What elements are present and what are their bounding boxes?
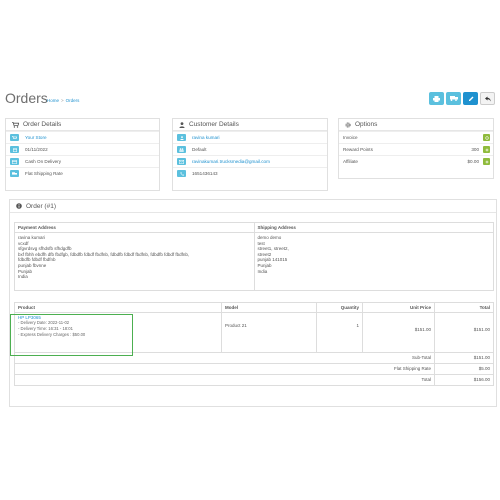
customer-details-heading: Customer Details	[173, 119, 327, 131]
plus-circle-icon	[485, 160, 488, 163]
shipping-address-header: Shipping Address	[253, 222, 494, 233]
breadcrumb: Home > Orders	[47, 98, 80, 103]
credit-card-icon	[10, 158, 19, 165]
product-model: Product 21	[221, 312, 317, 353]
info-circle-icon	[16, 203, 22, 209]
affiliate-row: Affiliate $0.00	[339, 155, 493, 167]
options-heading: Options	[339, 119, 493, 131]
product-cell: HP LP3065 - Delivery Date: 2022-11-02 - …	[14, 312, 222, 353]
reward-points-value: 300	[471, 147, 479, 152]
col-product: Product	[14, 302, 222, 313]
product-quantity: 1	[316, 312, 363, 353]
invoice-label: Invoice	[343, 135, 358, 140]
date-row: 01/11/2022	[6, 143, 159, 155]
order-panel: Order (#1) Payment Address Shipping Addr…	[9, 199, 497, 407]
customer-group-row: Default	[173, 143, 327, 155]
shipping-method-row: Flat Shipping Rate	[6, 167, 159, 179]
calendar-icon	[10, 146, 19, 153]
col-quantity: Quantity	[316, 302, 363, 313]
gear-icon	[345, 121, 351, 128]
generate-invoice-button[interactable]	[483, 134, 490, 141]
back-button[interactable]	[480, 92, 495, 105]
payment-address: ravina kumari vcxdf sfgvrdsvg sfhdsfb sf…	[14, 232, 255, 291]
shopping-cart-icon	[10, 134, 19, 141]
cog-icon	[484, 135, 489, 140]
grand-total-label: Total	[14, 374, 435, 386]
truck-icon	[449, 96, 458, 101]
add-reward-button[interactable]	[483, 146, 490, 153]
user-icon	[179, 121, 185, 128]
product-total: $151.00	[434, 312, 494, 353]
group-icon	[177, 146, 186, 153]
product-unit-price: $151.00	[362, 312, 435, 353]
user-icon	[177, 134, 186, 141]
subtotal-label: Sub-Total	[14, 352, 435, 364]
payment-method: Cash On Delivery	[25, 159, 61, 164]
shipping-address: demo demo test street1, street2, street2…	[253, 232, 494, 291]
affiliate-label: Affiliate	[343, 159, 358, 164]
product-option: - Express Delivery Charges : $50.00	[18, 332, 86, 337]
breadcrumb-orders[interactable]: Orders	[66, 98, 80, 103]
page-title: Orders	[5, 90, 48, 106]
breadcrumb-home[interactable]: Home	[47, 98, 59, 103]
shipping-total-value: $5.00	[434, 363, 494, 375]
store-row: Your Store	[6, 131, 159, 143]
payment-address-header: Payment Address	[14, 222, 255, 233]
print-shipping-button[interactable]	[446, 92, 461, 105]
reward-points-row: Reward Points 300	[339, 143, 493, 155]
customer-group: Default	[192, 147, 207, 152]
col-model: Model	[221, 302, 317, 313]
customer-details-panel: Customer Details ravina kumari Default r…	[172, 118, 328, 191]
affiliate-value: $0.00	[467, 159, 480, 164]
table-row: HP LP3065 - Delivery Date: 2022-11-02 - …	[14, 312, 494, 353]
edit-button[interactable]	[463, 92, 478, 105]
reward-points-label: Reward Points	[343, 147, 373, 152]
table-row: Flat Shipping Rate $5.00	[14, 363, 494, 375]
order-date: 01/11/2022	[25, 147, 48, 152]
order-details-heading: Order Details	[6, 119, 159, 131]
truck-icon	[10, 170, 19, 177]
add-commission-button[interactable]	[483, 158, 490, 165]
pencil-icon	[468, 96, 473, 101]
options-panel: Options Invoice Reward Points 300 Affili…	[338, 118, 494, 179]
customer-email-row: ravinakumari.trucksmedia@gmail.com	[173, 155, 327, 167]
table-row: Sub-Total $151.00	[14, 352, 494, 364]
customer-name-link[interactable]: ravina kumari	[192, 135, 220, 140]
print-invoice-button[interactable]	[429, 92, 444, 105]
col-total: Total	[434, 302, 494, 313]
order-heading: Order (#1)	[10, 200, 496, 213]
shipping-method: Flat Shipping Rate	[25, 171, 63, 176]
plus-circle-icon	[485, 148, 488, 151]
page-header: Orders Home > Orders	[5, 90, 495, 112]
payment-method-row: Cash On Delivery	[6, 155, 159, 167]
shopping-cart-icon	[12, 121, 19, 128]
customer-phone-row: 1651436143	[173, 167, 327, 179]
order-details-panel: Order Details Your Store 01/11/2022 Cash…	[5, 118, 160, 191]
table-row: Total $156.00	[14, 374, 494, 386]
col-unit-price: Unit Price	[362, 302, 435, 313]
address-table: Payment Address Shipping Address ravina …	[14, 222, 494, 291]
invoice-row: Invoice	[339, 131, 493, 143]
grand-total-value: $156.00	[434, 374, 494, 386]
shipping-total-label: Flat Shipping Rate	[14, 363, 435, 375]
phone-icon	[177, 170, 186, 177]
customer-name-row: ravina kumari	[173, 131, 327, 143]
envelope-icon	[177, 158, 186, 165]
reply-icon	[484, 96, 491, 101]
customer-phone: 1651436143	[192, 171, 218, 176]
toolbar	[429, 92, 495, 105]
print-icon	[433, 95, 440, 102]
store-link[interactable]: Your Store	[25, 135, 47, 140]
customer-email-link[interactable]: ravinakumari.trucksmedia@gmail.com	[192, 159, 270, 164]
subtotal-value: $151.00	[434, 352, 494, 364]
product-table: Product Model Quantity Unit Price Total …	[14, 302, 494, 386]
